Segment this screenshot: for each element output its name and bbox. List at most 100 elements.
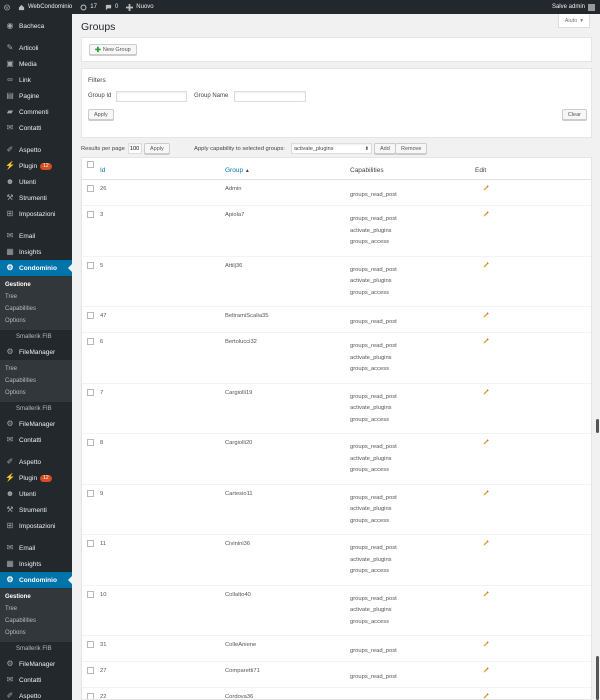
new-content-link[interactable]: Nuovo [122, 0, 157, 14]
row-checkbox[interactable] [87, 211, 94, 218]
capability-item: activate_plugins [350, 278, 392, 284]
submenu-item-capabilities[interactable]: Capabilities [0, 615, 72, 627]
submenu-item-options[interactable]: Options [0, 627, 72, 639]
submenu-item-tree[interactable]: Tree [0, 603, 72, 615]
sidebar-item-articoli[interactable]: ✎ Articoli [0, 40, 72, 56]
sidebar-item-aspetto[interactable]: ✐ Aspetto [0, 454, 72, 470]
row-checkbox[interactable] [87, 261, 94, 269]
edit-pencil-icon[interactable] [483, 489, 489, 496]
row-checkbox[interactable] [87, 388, 94, 396]
submenu-item-capabilities[interactable]: Capabilities [0, 303, 72, 315]
edit-pencil-icon[interactable] [483, 211, 489, 217]
filters-apply-button[interactable]: Apply [88, 109, 114, 120]
edit-pencil-icon[interactable] [483, 261, 489, 268]
sidebar-item-insights[interactable]: ▦ Insights [0, 244, 72, 260]
row-checkbox[interactable] [87, 693, 94, 699]
row-checkbox[interactable] [87, 489, 94, 497]
add-capability-button[interactable]: Add [374, 143, 396, 154]
group-name-input[interactable] [234, 91, 306, 102]
sidebar-item-filemanager[interactable]: ⚙ FileManager [0, 344, 72, 360]
sidebar-item-strumenti[interactable]: ⚒ Strumenti [0, 190, 72, 206]
comments-link[interactable]: 0 [101, 0, 122, 14]
sidebar-item-aspetto[interactable]: ✐ Aspetto [0, 688, 72, 700]
submenu-item-options[interactable]: Options [0, 387, 72, 399]
sidebar-item-plugin[interactable]: ⚡ Plugin 12 [0, 470, 72, 486]
submenu-item-options[interactable]: Options [0, 315, 72, 327]
scrollbar-thumb-lower[interactable] [596, 656, 599, 700]
sidebar-item-condominio[interactable]: ⚙ Condominio [0, 572, 72, 588]
sidebar-item-pagine[interactable]: ▤ Pagine [0, 88, 72, 104]
sidebar-item-condominio[interactable]: ⚙ Condominio [0, 260, 72, 276]
sidebar-item-impostazioni[interactable]: ⊞ Impostazioni [0, 206, 72, 222]
remove-capability-button[interactable]: Remove [395, 143, 428, 154]
sidebar-item-label: Email [19, 232, 36, 240]
row-checkbox[interactable] [87, 338, 94, 345]
edit-pencil-icon[interactable] [483, 338, 489, 344]
sidebar-item-plugin[interactable]: ⚡ Plugin 12 [0, 158, 72, 174]
edit-pencil-icon[interactable] [483, 693, 489, 699]
capability-select[interactable]: activate_plugins ⬍ [291, 143, 372, 154]
column-group[interactable]: Group ▲ [225, 167, 250, 174]
filters-clear-button[interactable]: Clear [561, 109, 587, 120]
submenu-item-tree[interactable]: Tree [0, 363, 72, 375]
sidebar-item-utenti[interactable]: ☻ Utenti [0, 486, 72, 502]
updates-link[interactable]: 17 [76, 0, 101, 14]
submenu-item-capabilities[interactable]: Capabilities [0, 375, 72, 387]
table-row: 11 Civinini36 groups_read_post activate_plu… [82, 535, 591, 586]
menu-item-plain[interactable]: Smallerik FIB [0, 330, 72, 344]
row-checkbox[interactable] [87, 185, 94, 192]
edit-pencil-icon[interactable] [483, 590, 489, 597]
row-checkbox[interactable] [87, 590, 94, 598]
sidebar-item-media[interactable]: ▣ Media [0, 56, 72, 72]
svg-text:W: W [5, 5, 9, 9]
sidebar-item-label: Contatti [19, 676, 42, 684]
table-header: Id Group ▲ Capabilities Edit [82, 158, 591, 180]
edit-pencil-icon[interactable] [483, 388, 489, 395]
site-name-link[interactable]: WebCondominio [14, 0, 76, 14]
column-id[interactable]: Id [100, 167, 105, 174]
wordpress-logo-icon[interactable]: W [0, 0, 14, 14]
row-checkbox[interactable] [87, 540, 94, 547]
submenu-item-tree[interactable]: Tree [0, 291, 72, 303]
sidebar-item-strumenti[interactable]: ⚒ Strumenti [0, 502, 72, 518]
sidebar-item-link[interactable]: ∞ Link [0, 72, 72, 88]
menu-item-plain[interactable]: Smallerik FIB [0, 642, 72, 656]
new-group-button[interactable]: ✚ New Group [89, 44, 137, 55]
results-apply-button[interactable]: Apply [144, 143, 170, 154]
submenu-item-gestione[interactable]: Gestione [0, 279, 72, 291]
edit-pencil-icon[interactable] [483, 439, 489, 445]
sidebar-item-filemanager[interactable]: ⚙ FileManager [0, 656, 72, 672]
sidebar-item-contatti[interactable]: ✉ Contatti [0, 672, 72, 688]
sidebar-item-aspetto[interactable]: ✐ Aspetto [0, 142, 72, 158]
sidebar-item-commenti[interactable]: ▰ Commenti [0, 104, 72, 120]
results-per-page-input[interactable] [128, 143, 142, 154]
my-account-link[interactable]: Salve admin [548, 0, 600, 14]
group-id-input[interactable] [116, 91, 187, 102]
scrollbar-thumb[interactable] [596, 419, 599, 433]
row-checkbox[interactable] [87, 312, 94, 319]
edit-pencil-icon[interactable] [483, 641, 489, 647]
edit-pencil-icon[interactable] [483, 667, 489, 673]
sidebar-item-utenti[interactable]: ☻ Utenti [0, 174, 72, 190]
sidebar-item-email[interactable]: ✉ Email [0, 540, 72, 556]
menu-item-plain[interactable]: Smallerik FIB [0, 402, 72, 416]
edit-pencil-icon[interactable] [483, 312, 489, 318]
brush-icon: ✐ [6, 145, 14, 154]
help-tab[interactable]: Aiuto ▾ [557, 14, 590, 28]
sidebar-item-label: Insights [19, 248, 42, 256]
group-id-cell: 9 [100, 490, 104, 497]
sidebar-item-contatti[interactable]: ✉ Contatti [0, 432, 72, 448]
row-checkbox[interactable] [87, 439, 94, 446]
edit-pencil-icon[interactable] [483, 185, 489, 191]
sidebar-item-email[interactable]: ✉ Email [0, 228, 72, 244]
sidebar-item-filemanager[interactable]: ⚙ FileManager [0, 416, 72, 432]
sidebar-item-insights[interactable]: ▦ Insights [0, 556, 72, 572]
sidebar-item-contatti[interactable]: ✉ Contatti [0, 120, 72, 136]
select-all-checkbox[interactable] [87, 161, 94, 168]
edit-pencil-icon[interactable] [483, 540, 489, 546]
sidebar-item-impostazioni[interactable]: ⊞ Impostazioni [0, 518, 72, 534]
row-checkbox[interactable] [87, 667, 94, 674]
row-checkbox[interactable] [87, 641, 94, 648]
submenu-item-gestione[interactable]: Gestione [0, 591, 72, 603]
sidebar-item-bacheca[interactable]: ◉ Bacheca [0, 18, 72, 34]
